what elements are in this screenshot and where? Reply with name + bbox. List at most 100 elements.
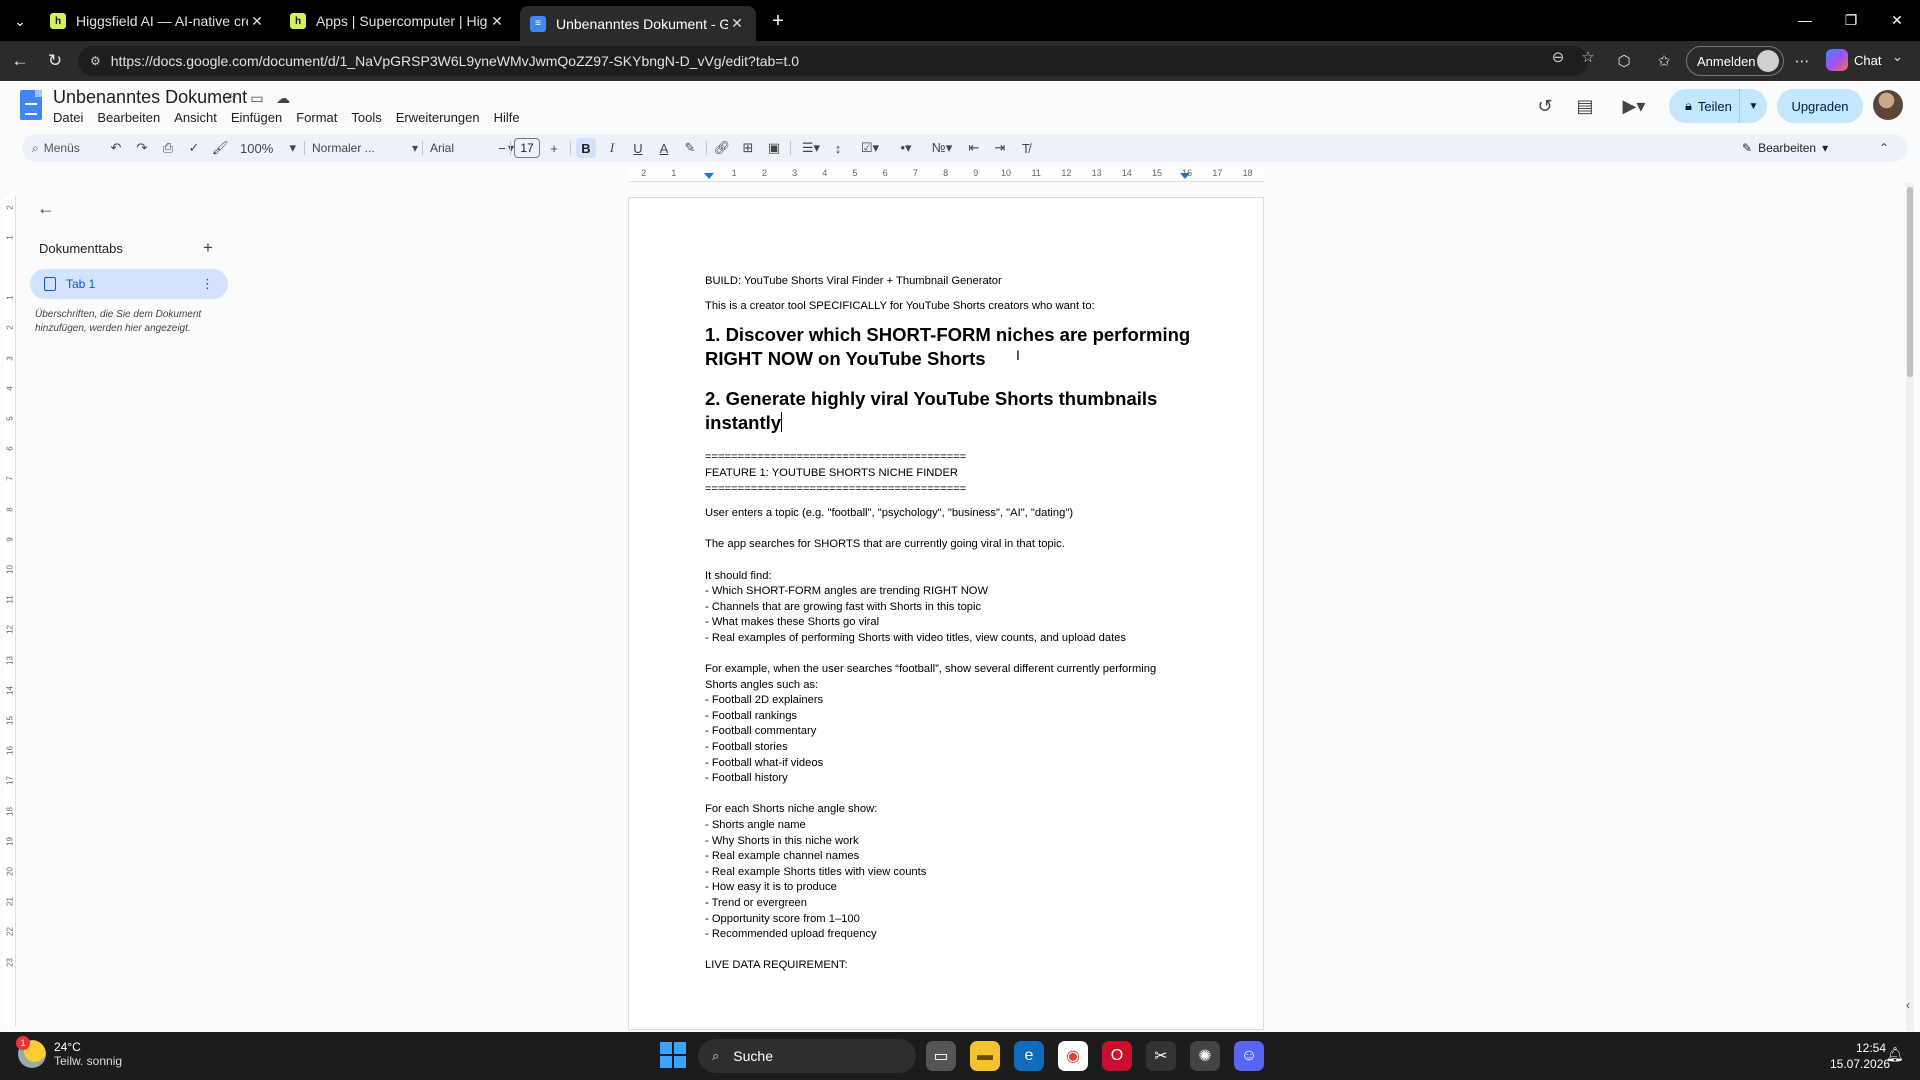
menu-tools[interactable]: Tools	[344, 110, 388, 125]
zoom-icon[interactable]: ⊖	[1547, 46, 1569, 68]
close-outline-back-arrow-icon[interactable]: ←	[34, 196, 58, 220]
document-page[interactable]: BUILD: YouTube Shorts Viral Finder + Thu…	[628, 197, 1264, 1030]
close-tab-icon[interactable]: ✕	[248, 13, 266, 30]
menu-format[interactable]: Format	[289, 110, 344, 125]
menu-bearbeiten[interactable]: Bearbeiten	[90, 110, 167, 125]
decrease-indent-icon[interactable]: ⇤	[964, 138, 984, 158]
move-folder-icon[interactable]: ▭	[248, 89, 266, 107]
upgrade-button[interactable]: Upgraden	[1777, 89, 1863, 123]
checklist-icon[interactable]: ☑▾	[856, 138, 884, 158]
add-comment-icon[interactable]: ⊞	[738, 138, 758, 158]
new-tab-button[interactable]: +	[764, 8, 792, 34]
document-tab-1[interactable]: Tab 1 ⋮	[30, 269, 228, 299]
side-panel-toggle-icon[interactable]: ‹	[1898, 995, 1918, 1015]
browser-tab-supercomputer[interactable]: h Apps | Supercomputer | Higgsfield ✕	[280, 6, 516, 36]
undo-icon[interactable]: ↶	[106, 138, 126, 158]
search-menus-button[interactable]: ⌕ Menüs	[32, 138, 92, 158]
vertical-ruler[interactable]: 2 1 1 2 3 4 5 6 7 8 9 10 11 12 13 14 15 16 17 18 19 20 21 22 23	[4, 196, 16, 1026]
docs-home-icon[interactable]	[20, 90, 42, 120]
italic-icon[interactable]: I	[602, 138, 622, 158]
tab-search-chevron-icon[interactable]: ⌄	[8, 9, 32, 33]
font-size-input[interactable]: 17	[514, 138, 540, 158]
horizontal-ruler[interactable]: 2 1 1 2 3 4 5 6 7 8 9 10 11 12 13 14 15 16 17 18	[628, 168, 1264, 182]
star-icon[interactable]: ☆	[222, 89, 240, 107]
zoom-select[interactable]: 100% ▾	[240, 138, 296, 158]
highlight-icon[interactable]: ✎	[680, 138, 700, 158]
editing-mode-select[interactable]: ✎ Bearbeiten ▾	[1742, 138, 1870, 158]
edge-browser-icon[interactable]: e	[1014, 1041, 1044, 1071]
text-color-icon[interactable]: A	[654, 138, 674, 158]
add-tab-button[interactable]: +	[198, 238, 218, 258]
redo-icon[interactable]: ↷	[132, 138, 152, 158]
document-title[interactable]: Unbenanntes Dokument	[53, 87, 247, 108]
favorites-icon[interactable]: ✩	[1652, 49, 1676, 73]
meet-camera-icon[interactable]: ▶▾	[1614, 93, 1654, 119]
back-arrow-icon[interactable]: ←	[8, 49, 32, 73]
openai-icon[interactable]: ✺	[1190, 1041, 1220, 1071]
spellcheck-icon[interactable]: ✓	[184, 138, 204, 158]
print-icon[interactable]: ⎙	[158, 138, 178, 158]
windows-start-icon[interactable]	[660, 1042, 686, 1068]
restore-icon[interactable]: ❐	[1828, 6, 1874, 34]
tab-options-more-icon[interactable]: ⋮	[201, 276, 214, 292]
system-clock[interactable]: 12:54 15.07.2026	[1830, 1040, 1890, 1072]
more-menu-icon[interactable]: ⋯	[1790, 49, 1814, 73]
line-text: - Trend or evergreen	[705, 897, 807, 909]
menu-einfuegen[interactable]: Einfügen	[224, 110, 289, 125]
browser-tab-higgsfield-ai[interactable]: h Higgsfield AI — AI-native creative ✕	[40, 6, 276, 36]
increase-indent-icon[interactable]: ⇥	[990, 138, 1010, 158]
version-history-icon[interactable]: ↺	[1532, 93, 1558, 119]
clear-formatting-icon[interactable]: T̸	[1016, 138, 1036, 158]
scrollbar-thumb[interactable]	[1907, 187, 1913, 377]
signin-button[interactable]: Anmelden	[1686, 46, 1784, 76]
share-dropdown-chevron-icon[interactable]: ▼	[1739, 89, 1767, 123]
close-tab-icon[interactable]: ✕	[728, 15, 746, 32]
capcut-icon[interactable]: ✂	[1146, 1041, 1176, 1071]
underline-icon[interactable]: U	[628, 138, 648, 158]
decrease-font-size-icon[interactable]: −	[492, 138, 512, 158]
separator	[422, 141, 423, 155]
share-button[interactable]: 🔒︎ Teilen ▼	[1669, 89, 1767, 123]
minimize-icon[interactable]: —	[1782, 6, 1828, 34]
opera-icon[interactable]: O	[1102, 1041, 1132, 1071]
discord-icon[interactable]: ☺	[1234, 1041, 1264, 1071]
chrome-icon[interactable]: ◉	[1058, 1041, 1088, 1071]
increase-font-size-icon[interactable]: +	[544, 138, 564, 158]
insert-image-icon[interactable]: ▣	[764, 138, 784, 158]
file-explorer-icon[interactable]: ▬	[970, 1041, 1000, 1071]
bold-icon[interactable]: B	[576, 138, 596, 158]
site-info-icon[interactable]: ⚙	[90, 54, 101, 68]
paint-format-icon[interactable]: 🖌︎	[210, 138, 230, 158]
ruler-mark: 1	[5, 235, 15, 240]
cloud-saved-icon[interactable]: ☁	[274, 89, 292, 107]
menu-datei[interactable]: Datei	[46, 110, 90, 125]
left-indent-marker[interactable]	[704, 173, 714, 179]
bulleted-list-icon[interactable]: •▾	[892, 138, 920, 158]
browser-tab-google-docs[interactable]: ≡ Unbenanntes Dokument - Google ✕	[520, 6, 756, 41]
account-avatar[interactable]	[1873, 90, 1903, 120]
document-scrollbar[interactable]	[1906, 183, 1914, 1031]
menu-ansicht[interactable]: Ansicht	[167, 110, 224, 125]
menu-hilfe[interactable]: Hilfe	[487, 110, 527, 125]
line-spacing-icon[interactable]: ↕	[828, 138, 848, 158]
address-bar[interactable]: ⚙ https://docs.google.com/document/d/1_N…	[78, 46, 1588, 76]
numbered-list-icon[interactable]: №▾	[928, 138, 956, 158]
copilot-chat-button[interactable]: Chat	[1826, 49, 1881, 71]
task-view-icon[interactable]: ▭	[926, 1041, 956, 1071]
hide-menus-chevron-up-icon[interactable]: ⌃	[1874, 138, 1894, 158]
close-tab-icon[interactable]: ✕	[488, 13, 506, 30]
comments-icon[interactable]: ▤	[1572, 93, 1598, 119]
insert-link-icon[interactable]: 🔗︎	[712, 138, 732, 158]
document-body[interactable]: BUILD: YouTube Shorts Viral Finder + Thu…	[705, 274, 1195, 974]
menu-erweiterungen[interactable]: Erweiterungen	[389, 110, 487, 125]
align-icon[interactable]: ☰▾	[798, 138, 824, 158]
star-icon[interactable]: ☆	[1577, 46, 1599, 68]
extensions-icon[interactable]: ⬡	[1612, 49, 1636, 73]
close-window-icon[interactable]: ✕	[1874, 6, 1920, 34]
taskbar-search[interactable]: ⌕ Suche	[698, 1039, 916, 1073]
sidebar-toggle-icon[interactable]: ⌄	[1892, 49, 1903, 65]
weather-widget[interactable]: 1 24°C Teilw. sonnig	[16, 1036, 122, 1068]
paragraph-style-select[interactable]: Normaler ... ▾	[312, 138, 418, 158]
notification-bell-icon[interactable]: 🔔︎	[1886, 1046, 1904, 1063]
reload-icon[interactable]: ↻	[43, 49, 67, 73]
